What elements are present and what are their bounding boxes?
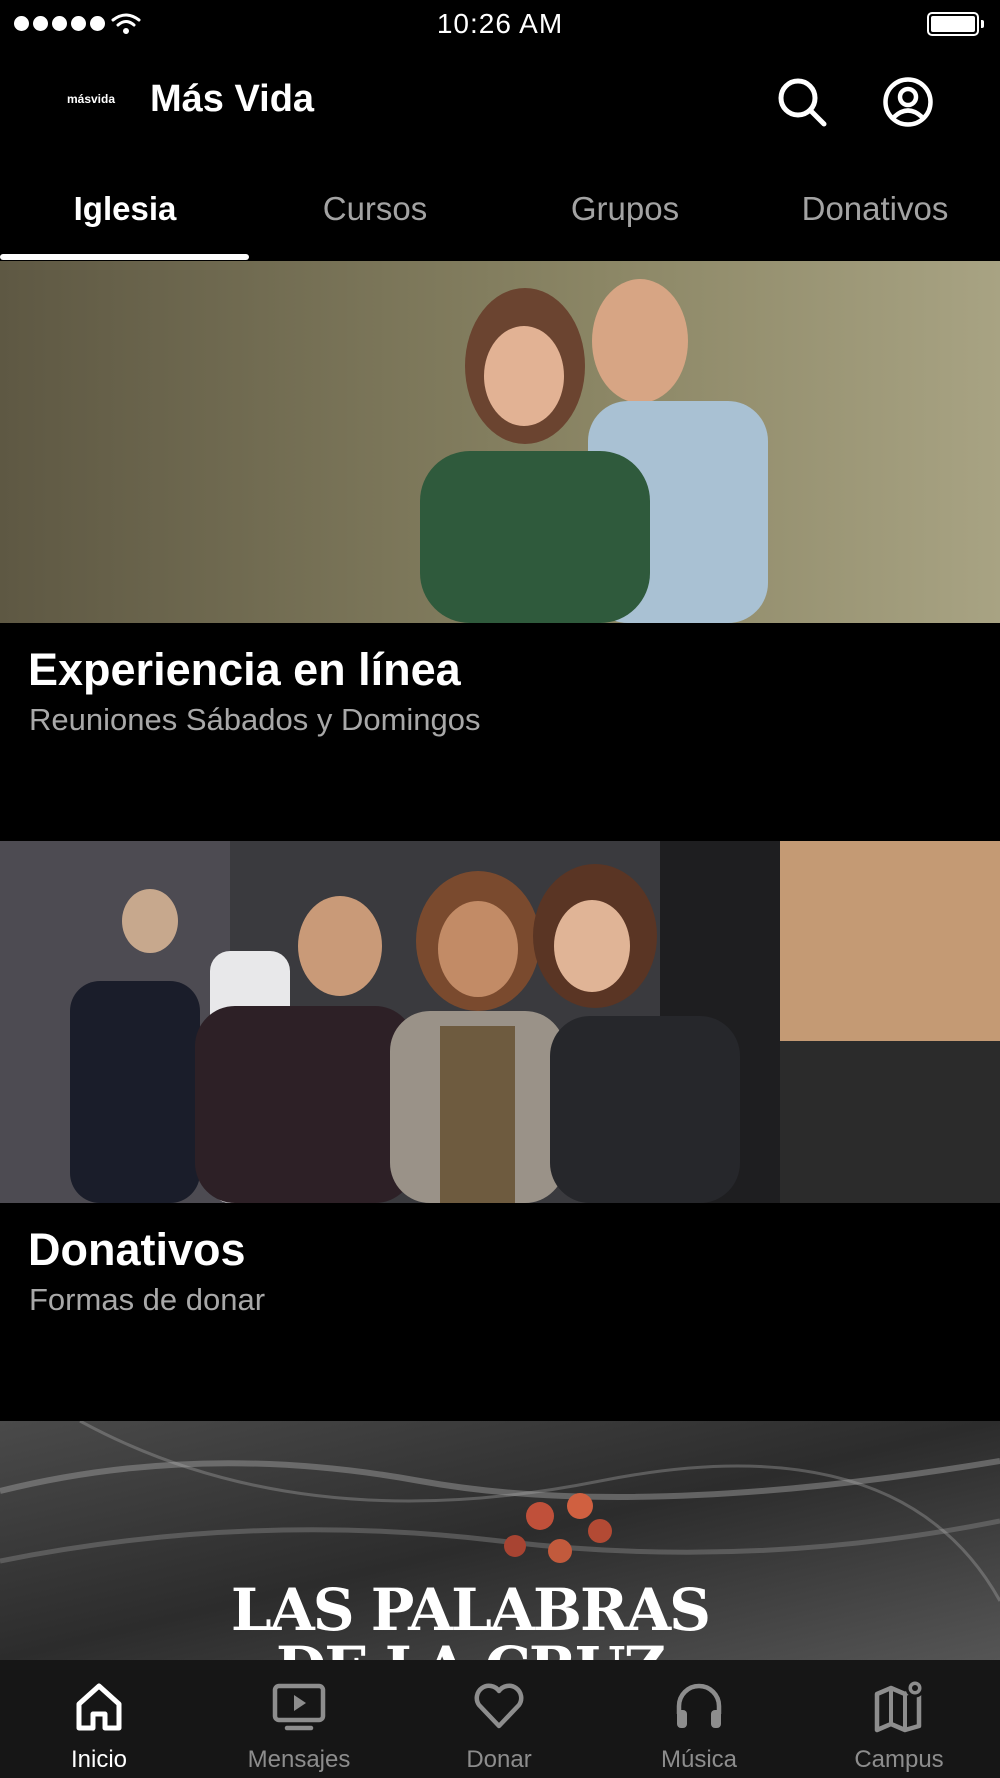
play-screen-icon bbox=[272, 1683, 326, 1731]
nav-label-inicio: Inicio bbox=[70, 1746, 128, 1773]
nav-campus[interactable]: Campus bbox=[819, 1668, 979, 1774]
nav-label-donar: Donar bbox=[466, 1746, 532, 1773]
heart-icon bbox=[474, 1683, 524, 1729]
status-bar: 10:26 AM bbox=[0, 0, 1000, 52]
app-title: Más Vida bbox=[150, 78, 315, 120]
nav-label-musica: Música bbox=[660, 1746, 738, 1773]
nav-label-mensajes: Mensajes bbox=[247, 1746, 351, 1773]
nav-musica[interactable]: Música bbox=[619, 1668, 779, 1774]
battery-tip bbox=[981, 20, 984, 28]
nav-label-campus: Campus bbox=[854, 1746, 944, 1773]
status-time: 10:26 AM bbox=[436, 8, 564, 39]
card-title-donativos[interactable]: Donativos bbox=[28, 1224, 246, 1276]
tab-donativos[interactable]: Donativos bbox=[750, 178, 1000, 262]
nav-donar[interactable]: Donar bbox=[419, 1668, 579, 1774]
account-icon[interactable] bbox=[882, 76, 934, 128]
card-image-palabras-cruz[interactable]: LAS PALABRAS DE LA CRUZ bbox=[0, 1421, 1000, 1660]
banner-title-line1: LAS PALABRAS bbox=[230, 1576, 711, 1644]
card-title-experiencia[interactable]: Experiencia en línea bbox=[28, 644, 461, 696]
search-icon[interactable] bbox=[776, 76, 828, 128]
battery-icon bbox=[927, 12, 979, 36]
nav-inicio[interactable]: Inicio bbox=[19, 1668, 179, 1774]
headphones-icon bbox=[676, 1683, 722, 1728]
card-image-donativos[interactable] bbox=[0, 841, 1000, 1203]
nav-mensajes[interactable]: Mensajes bbox=[219, 1668, 379, 1774]
top-tabs: Iglesia Cursos Grupos Donativos bbox=[0, 178, 1000, 262]
card-image-experiencia[interactable] bbox=[0, 261, 1000, 623]
tab-cursos[interactable]: Cursos bbox=[250, 178, 500, 262]
active-tab-indicator bbox=[0, 254, 249, 260]
tab-iglesia[interactable]: Iglesia bbox=[0, 178, 250, 262]
card-subtitle-experiencia: Reuniones Sábados y Domingos bbox=[29, 702, 481, 737]
home-icon bbox=[76, 1683, 122, 1731]
map-pin-icon bbox=[874, 1678, 925, 1733]
banner-title-line2: DE LA CRUZ bbox=[0, 1639, 940, 1660]
app-logo: másvida bbox=[66, 92, 116, 106]
card-subtitle-donativos: Formas de donar bbox=[29, 1282, 266, 1317]
tab-grupos[interactable]: Grupos bbox=[500, 178, 750, 262]
